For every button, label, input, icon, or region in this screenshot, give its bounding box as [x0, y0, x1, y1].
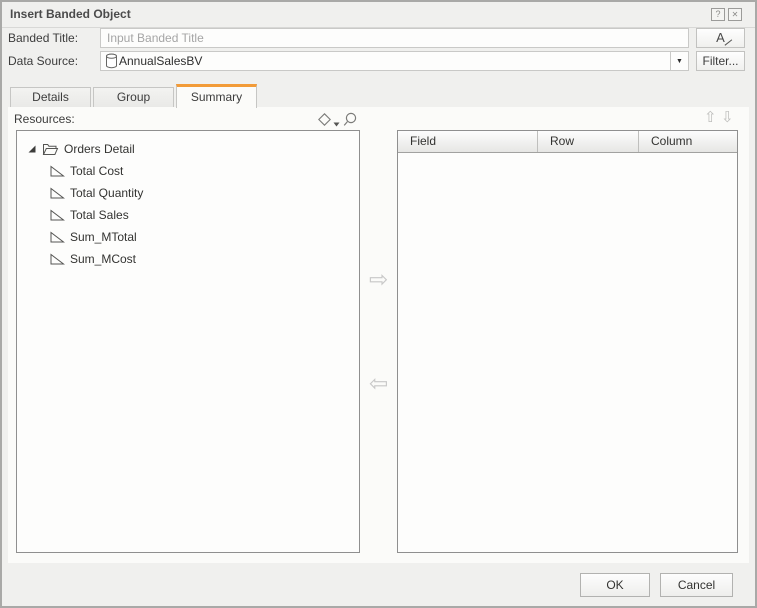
insert-banded-object-dialog: Insert Banded Object ? ✕ Banded Title: A…	[0, 0, 757, 608]
tree-leaf-label[interactable]: Total Cost	[70, 164, 123, 178]
help-button[interactable]: ?	[711, 8, 725, 21]
tab-summary[interactable]: Summary	[176, 84, 257, 108]
open-folder-icon	[42, 142, 59, 156]
tree-leaf-total-cost[interactable]: Total Cost	[17, 160, 359, 182]
column-header-field[interactable]: Field	[398, 131, 538, 152]
cancel-button[interactable]: Cancel	[660, 573, 733, 597]
tab-group[interactable]: Group	[93, 87, 174, 108]
data-source-value: AnnualSalesBV	[119, 54, 670, 68]
column-header-row[interactable]: Row	[538, 131, 639, 152]
font-style-button[interactable]: A	[696, 28, 745, 48]
data-source-label: Data Source:	[8, 54, 78, 70]
titlebar[interactable]: Insert Banded Object ? ✕	[2, 2, 755, 28]
tree-leaf-label[interactable]: Total Quantity	[70, 186, 143, 200]
summary-field-icon	[49, 252, 65, 266]
tree-leaf-total-sales[interactable]: Total Sales	[17, 204, 359, 226]
resources-label: Resources:	[14, 112, 75, 126]
tab-details[interactable]: Details	[10, 87, 91, 108]
tree-leaf-label[interactable]: Sum_MTotal	[70, 230, 137, 244]
move-down-icon[interactable]: ⇩	[721, 110, 734, 125]
resources-tree-panel[interactable]: Orders Detail Total Cost Total Quantit	[16, 130, 360, 553]
ok-button[interactable]: OK	[580, 573, 650, 597]
remove-field-icon[interactable]: ⇦	[369, 372, 388, 395]
banded-title-input[interactable]	[100, 28, 689, 48]
summary-tab-page: Resources:	[8, 107, 749, 563]
selected-fields-panel[interactable]: Field Row Column	[397, 130, 738, 553]
resources-tree: Orders Detail Total Cost Total Quantit	[17, 131, 359, 270]
table-header-row: Field Row Column	[398, 131, 737, 153]
tree-leaf-sum-mcost[interactable]: Sum_MCost	[17, 248, 359, 270]
database-icon	[105, 53, 118, 69]
tree-leaf-sum-mtotal[interactable]: Sum_MTotal	[17, 226, 359, 248]
move-up-icon[interactable]: ⇧	[704, 110, 717, 125]
font-icon-slash	[725, 39, 733, 46]
banded-title-label: Banded Title:	[8, 31, 78, 47]
tree-node-label[interactable]: Orders Detail	[64, 142, 135, 156]
close-button[interactable]: ✕	[728, 8, 742, 21]
tree-leaf-total-quantity[interactable]: Total Quantity	[17, 182, 359, 204]
font-icon: A	[716, 30, 725, 45]
filter-button[interactable]: Filter...	[696, 51, 745, 71]
summary-field-icon	[49, 208, 65, 222]
sort-icon[interactable]	[318, 113, 331, 126]
sort-dropdown-icon[interactable]	[333, 122, 340, 127]
data-source-dropdown[interactable]: AnnualSalesBV ▼	[100, 51, 689, 71]
dialog-title: Insert Banded Object	[10, 7, 131, 21]
summary-field-icon	[49, 230, 65, 244]
tree-leaf-label[interactable]: Total Sales	[70, 208, 129, 222]
tree-node-orders-detail[interactable]: Orders Detail	[17, 138, 359, 160]
dropdown-arrow-icon[interactable]: ▼	[670, 52, 688, 70]
column-header-column[interactable]: Column	[639, 131, 737, 152]
tree-leaf-label[interactable]: Sum_MCost	[70, 252, 136, 266]
summary-field-icon	[49, 164, 65, 178]
add-field-icon[interactable]: ⇨	[369, 268, 388, 291]
resources-toolbar	[316, 111, 368, 129]
search-icon[interactable]	[343, 112, 358, 128]
summary-field-icon	[49, 186, 65, 200]
tree-expand-icon[interactable]	[27, 144, 37, 154]
